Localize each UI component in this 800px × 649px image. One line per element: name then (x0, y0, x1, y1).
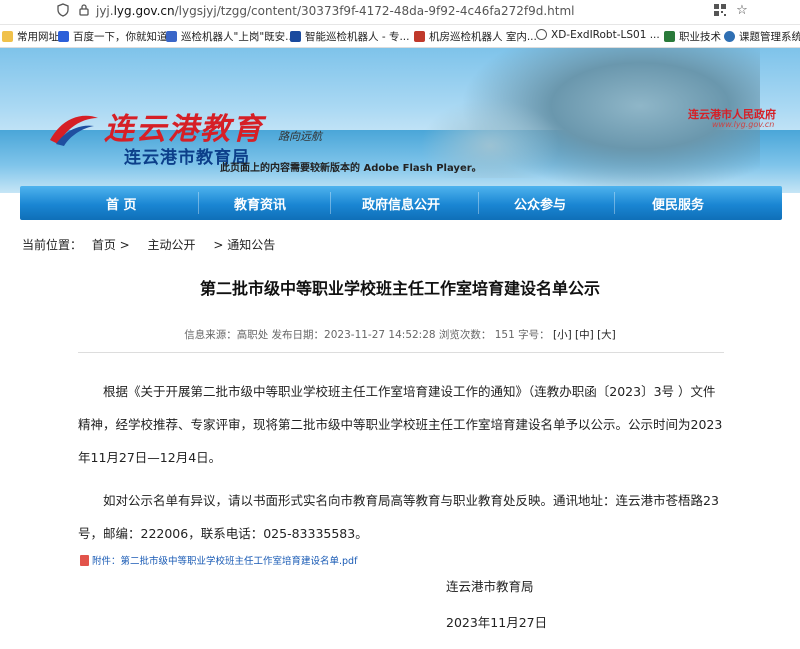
breadcrumb-label: 当前位置： (22, 238, 83, 252)
folder-icon (2, 31, 13, 42)
breadcrumb-home[interactable]: 首页 > (92, 238, 130, 252)
bookmark-item[interactable]: 智能巡检机器人 - 专... (290, 29, 409, 44)
signature-date: 2023年11月27日 (446, 615, 548, 630)
gov-url[interactable]: www.lyg.gov.cn (712, 120, 774, 129)
lock-icon[interactable] (76, 3, 92, 19)
article-paragraph: 根据《关于开展第二批市级中等职业学校班主任工作室培育建设工作的通知》（连教办职函… (78, 384, 723, 465)
main-nav: 首 页 教育资讯 政府信息公开 公众参与 便民服务 (20, 186, 782, 220)
bookmark-folder[interactable]: 常用网址 (2, 29, 59, 44)
flash-notice: 此页面上的内容需要较新版本的 Adobe Flash Player。 (220, 163, 482, 174)
nav-gov-info[interactable]: 政府信息公开 (362, 194, 440, 213)
attachment-link[interactable]: 附件：第二批市级中等职业学校班主任工作室培育建设名单.pdf (80, 553, 357, 567)
site-icon (290, 31, 301, 42)
bookmark-item[interactable]: 课题管理系统 (724, 29, 800, 44)
nav-divider (614, 192, 615, 214)
site-icon (414, 31, 425, 42)
logo-swoosh-icon (50, 115, 98, 146)
logo-signature: 路向远航 (278, 130, 322, 143)
paw-icon (58, 31, 69, 42)
bookmark-item[interactable]: 机房巡检机器人 室内... (414, 29, 537, 44)
signature-org: 连云港市教育局 (446, 579, 534, 594)
nav-divider (330, 192, 331, 214)
bookmark-item[interactable]: 职业技术 (664, 29, 721, 44)
article-paragraph: 如对公示名单有异议，请以书面形式实名向市教育局高等教育与职业教育处反映。通讯地址… (78, 493, 719, 541)
breadcrumb-public[interactable]: 主动公开 (148, 238, 196, 252)
paw-icon (166, 31, 177, 42)
logo-title: 连云港教育 (104, 112, 264, 147)
article-meta: 信息来源：高职处 发布日期：2023-11-27 14:52:28 浏览次数： … (0, 327, 800, 342)
shield-icon[interactable] (55, 3, 71, 19)
font-size-large[interactable]: [大] (597, 329, 616, 341)
bookmark-item[interactable]: XD-ExdIRobt-LS01 ... (536, 29, 660, 41)
site-icon (664, 31, 675, 42)
nav-public-participation[interactable]: 公众参与 (514, 194, 566, 213)
site-banner: 连云港教育 路向远航 连云港市教育局 此页面上的内容需要较新版本的 Adobe … (0, 48, 800, 193)
font-size-medium[interactable]: [中] (575, 329, 594, 341)
address-bar: jyj.lyg.gov.cn/lygsjyj/tzgg/content/3037… (0, 0, 800, 25)
nav-divider (478, 192, 479, 214)
breadcrumb-notices[interactable]: > 通知公告 (213, 238, 275, 252)
breadcrumb: 当前位置： 首页 > 主动公开 > 通知公告 (22, 236, 275, 253)
meta-info: 信息来源：高职处 发布日期：2023-11-27 14:52:28 浏览次数： … (184, 329, 550, 341)
nav-services[interactable]: 便民服务 (652, 194, 704, 213)
bookmark-item[interactable]: 巡检机器人"上岗"既安... (166, 29, 295, 44)
qr-code-icon[interactable] (712, 3, 728, 19)
bookmark-item[interactable]: 百度一下，你就知道 (58, 29, 168, 44)
url-field[interactable]: jyj.lyg.gov.cn/lygsjyj/tzgg/content/3037… (96, 4, 574, 18)
divider (78, 352, 724, 353)
nav-divider (198, 192, 199, 214)
article-title: 第二批市级中等职业学校班主任工作室培育建设名单公示 (199, 279, 600, 298)
star-icon[interactable]: ☆ (734, 3, 750, 19)
nav-education-news[interactable]: 教育资讯 (234, 194, 286, 213)
font-size-small[interactable]: [小] (553, 329, 572, 341)
site-icon (724, 31, 735, 42)
pdf-icon (80, 555, 89, 566)
nav-home[interactable]: 首 页 (106, 194, 137, 213)
bookmarks-bar: 常用网址 百度一下，你就知道 巡检机器人"上岗"既安... 智能巡检机器人 - … (0, 25, 800, 48)
globe-icon (536, 29, 547, 40)
